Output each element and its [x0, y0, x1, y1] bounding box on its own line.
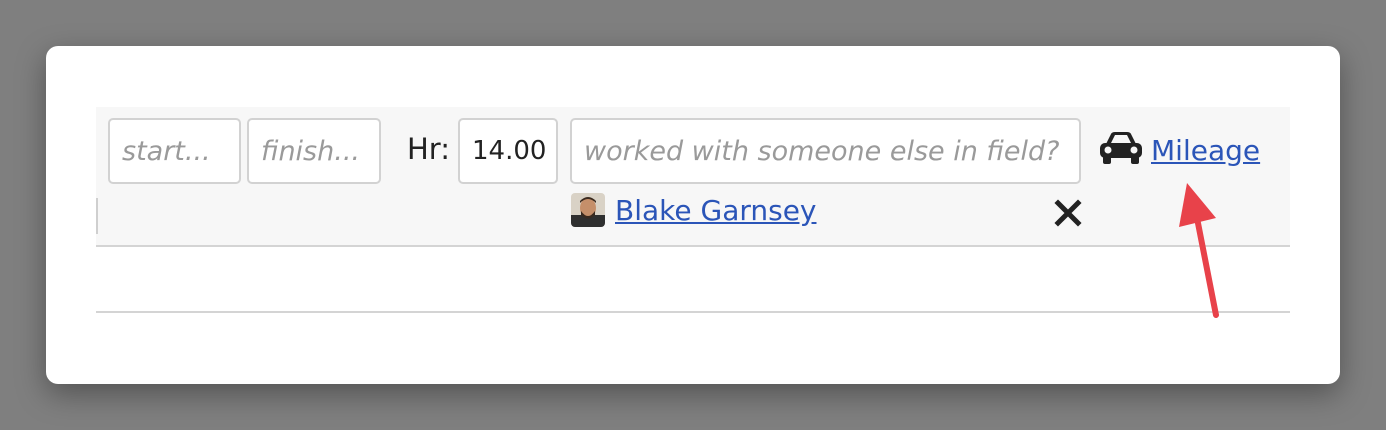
finish-time-placeholder: finish...: [261, 135, 360, 167]
car-icon: [1097, 130, 1145, 170]
coworker-input[interactable]: worked with someone else in field?: [570, 118, 1081, 184]
hours-label: Hr:: [407, 132, 450, 166]
coworker-placeholder: worked with someone else in field?: [584, 135, 1060, 167]
timesheet-row-empty: [96, 247, 1290, 313]
start-time-input[interactable]: start...: [108, 118, 241, 184]
start-time-placeholder: start...: [122, 135, 211, 167]
row-divider: [96, 198, 98, 234]
hours-input[interactable]: 14.00: [458, 118, 558, 184]
finish-time-input[interactable]: finish...: [247, 118, 381, 184]
avatar: [571, 193, 605, 227]
assigned-user-link[interactable]: Blake Garnsey: [615, 194, 817, 227]
close-icon[interactable]: [1053, 198, 1083, 228]
mileage-link[interactable]: Mileage: [1151, 134, 1260, 167]
arrow-annotation: [1150, 178, 1240, 323]
mileage-control[interactable]: Mileage: [1097, 130, 1260, 170]
assigned-user: Blake Garnsey: [571, 193, 817, 227]
hours-value: 14.00: [472, 136, 547, 166]
